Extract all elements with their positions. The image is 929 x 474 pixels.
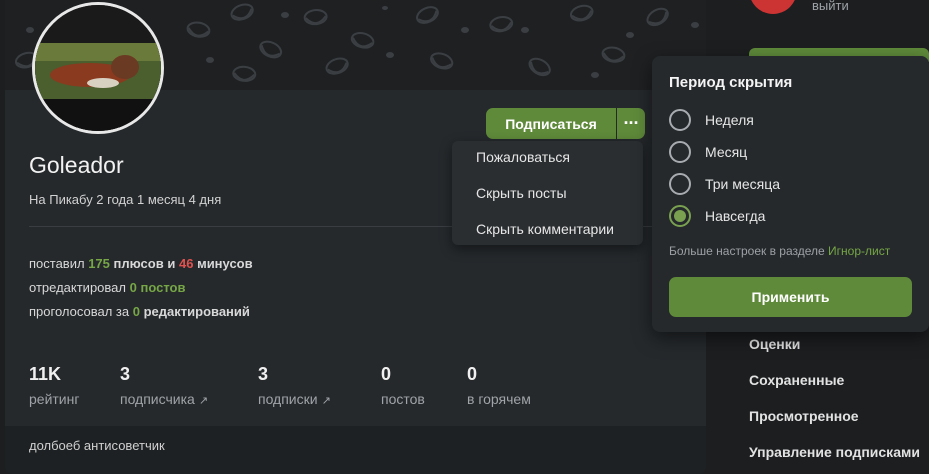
radio-label: Навсегда (705, 208, 766, 224)
stat-text: отредактировал (29, 280, 126, 295)
external-link-icon[interactable]: ↗ (322, 394, 331, 407)
avatar-image (35, 5, 161, 131)
stat-text: и (167, 256, 176, 271)
radio-button[interactable] (669, 173, 691, 195)
menu-item-hide-posts[interactable]: Скрыть посты (452, 184, 643, 220)
profile-on-site-duration: На Пикабу 2 года 1 месяц 4 дня (29, 192, 222, 207)
radio-option-three-months[interactable]: Три месяца (669, 173, 780, 195)
stat-text: редактирований (143, 304, 250, 319)
radio-option-month[interactable]: Месяц (669, 141, 747, 163)
stat-text: плюсов (113, 256, 164, 271)
edited-posts-link[interactable]: постов (140, 280, 185, 295)
voted-count: 0 (132, 304, 140, 319)
sidebar-link-subscriptions[interactable]: Управление подписками (749, 444, 920, 460)
pluses-count: 175 (88, 256, 110, 271)
menu-item-hide-comments[interactable]: Скрыть комментарии (452, 220, 643, 256)
more-dots-icon[interactable]: ··· (617, 108, 645, 139)
counter-hot[interactable]: 0 в горячем (467, 364, 531, 407)
profile-avatar[interactable] (32, 2, 164, 134)
radio-option-week[interactable]: Неделя (669, 109, 754, 131)
minuses-count: 46 (178, 256, 194, 271)
counter-label: подписчика (120, 391, 195, 407)
hide-period-popup: Период скрытия Неделя Месяц Три месяца Н… (652, 56, 929, 332)
profile-username: Goleador (29, 152, 124, 178)
radio-label: Месяц (705, 144, 748, 160)
radio-option-forever[interactable]: Навсегда (669, 205, 765, 227)
counter-value: 11K (29, 364, 62, 384)
external-link-icon[interactable]: ↗ (199, 394, 208, 407)
counter-value: 0 (381, 364, 392, 384)
profile-bio: долбоеб антисоветчик (5, 426, 706, 474)
radio-button[interactable] (669, 141, 691, 163)
counter-label-wrap: подписчика ↗ (120, 391, 208, 407)
user-avatar[interactable] (749, 0, 797, 14)
stat-edits: отредактировал 0 постов (29, 280, 185, 295)
counter-subscribers[interactable]: 3 подписчика ↗ (120, 364, 208, 407)
stat-text: поставил (29, 256, 85, 271)
counter-rating: 11K рейтинг (29, 364, 79, 407)
logout-link[interactable]: выйти (812, 0, 849, 13)
radio-button-checked[interactable] (669, 205, 691, 227)
counter-subscriptions[interactable]: 3 подписки ↗ (258, 364, 331, 407)
radio-label: Три месяца (705, 176, 781, 192)
counter-posts[interactable]: 0 постов (381, 364, 425, 407)
radio-label: Неделя (705, 112, 754, 128)
edited-count[interactable]: 0 (130, 280, 137, 295)
counter-label-wrap: подписки ↗ (258, 391, 331, 407)
ignore-list-link[interactable]: Игнор-лист (828, 244, 890, 258)
sidebar-link-ratings[interactable]: Оценки (749, 336, 800, 352)
sidebar-link-saved[interactable]: Сохраненные (749, 372, 844, 388)
stat-voted-edits: проголосовал за 0 редактирований (29, 304, 250, 319)
counter-label: рейтинг (29, 391, 80, 407)
stat-text: проголосовал за (29, 304, 130, 319)
menu-item-report[interactable]: Пожаловаться (452, 148, 643, 184)
counter-label: постов (381, 391, 425, 407)
stat-votes: поставил 175 плюсов и 46 минусов (29, 256, 253, 271)
counter-label: подписки (258, 391, 318, 407)
counter-value: 0 (467, 364, 478, 384)
stat-text: минусов (197, 256, 253, 271)
profile-actions-menu: Пожаловаться Скрыть посты Скрыть коммент… (452, 141, 643, 245)
radio-button[interactable] (669, 109, 691, 131)
note-text: Больше настроек в разделе (669, 244, 825, 258)
popup-note: Больше настроек в разделе Игнор-лист (669, 244, 890, 258)
counter-label: в горячем (467, 391, 531, 407)
apply-button[interactable]: Применить (669, 277, 912, 317)
counter-value: 3 (120, 364, 131, 384)
sidebar-link-viewed[interactable]: Просмотренное (749, 408, 859, 424)
counter-value: 3 (258, 364, 269, 384)
popup-title: Период скрытия (669, 74, 793, 91)
subscribe-button[interactable]: Подписаться (486, 108, 616, 139)
